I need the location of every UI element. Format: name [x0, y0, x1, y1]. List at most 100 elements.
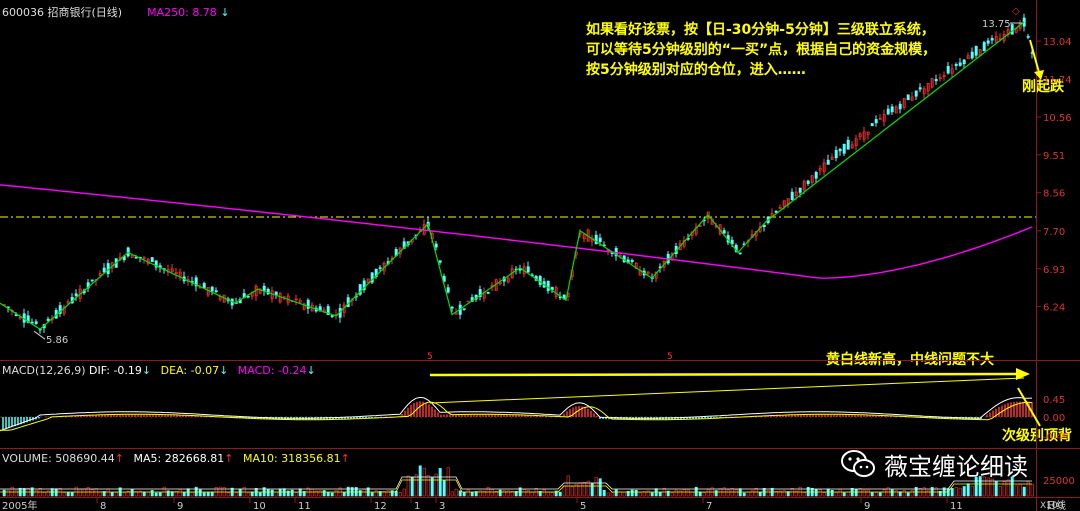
macd-trend-line	[429, 377, 1025, 404]
volume-bar	[814, 489, 818, 497]
candle-body	[246, 295, 250, 298]
volume-bar	[746, 491, 750, 497]
volume-bar	[258, 492, 262, 497]
volume-bar	[890, 489, 894, 497]
volume-bar	[266, 489, 270, 497]
volume-bar	[698, 491, 702, 497]
volume-bar	[438, 468, 442, 497]
volume-bar	[522, 489, 526, 497]
price-tick-label: 7.70	[1043, 227, 1065, 238]
volume-bar	[234, 492, 238, 497]
volume-bar	[550, 492, 554, 497]
candle-body	[982, 42, 986, 52]
volume-bar	[558, 491, 562, 497]
candle-body	[774, 211, 778, 213]
macd-tick-label: 0.45	[1043, 395, 1065, 406]
volume-bar	[142, 491, 146, 497]
price-tick-label: 10.56	[1043, 113, 1072, 124]
candle-body	[814, 171, 818, 179]
candle-body	[722, 230, 726, 234]
volume-bar	[610, 492, 614, 497]
month-label: 10	[253, 501, 266, 511]
candle-body	[898, 103, 902, 110]
volume-bar	[10, 486, 14, 497]
candle-body	[74, 293, 78, 296]
volume-bar	[638, 492, 642, 497]
volume-bar	[310, 488, 314, 497]
volume-bar	[130, 489, 134, 497]
volume-bar	[398, 492, 402, 497]
volume-bar	[90, 489, 94, 497]
volume-bar	[1010, 476, 1014, 497]
volume-bar	[870, 492, 874, 497]
candle-body	[834, 150, 838, 159]
candle-body	[846, 139, 850, 150]
candle-body	[446, 287, 450, 293]
volume-bar	[458, 490, 462, 497]
candle-body	[262, 285, 266, 291]
volume-bar	[166, 490, 170, 497]
month-label: 12	[374, 501, 387, 511]
timeframe-label: 日线	[1046, 499, 1066, 511]
volume-bar	[334, 490, 338, 497]
volume-bar	[330, 492, 334, 497]
volume-bar	[926, 489, 930, 497]
price-chart[interactable]: 13.04 11.74 10.56 9.51 8.56 7.70 6.93 6.24 13.7…	[0, 0, 1080, 511]
volume-bar	[750, 490, 754, 497]
candle-body	[934, 79, 938, 82]
volume-bar	[570, 486, 574, 497]
volume-bar	[506, 490, 510, 497]
volume-bar	[758, 491, 762, 497]
macd-tick-label: 0.00	[1043, 413, 1065, 424]
volume-bar	[318, 490, 322, 497]
volume-bar	[962, 486, 966, 497]
volume-bar	[954, 487, 958, 497]
price-tick-label: 6.24	[1043, 303, 1065, 314]
volume-bar	[250, 491, 254, 497]
volume-bar	[1022, 486, 1026, 497]
volume-bar	[658, 492, 662, 497]
volume-bar	[426, 475, 430, 497]
volume-bar	[582, 481, 586, 497]
candlesticks	[2, 13, 1034, 334]
candle-body	[546, 280, 550, 291]
volume-bar	[106, 488, 110, 497]
volume-bar	[998, 486, 1002, 497]
volume-bar	[682, 489, 686, 497]
volume-bar	[498, 489, 502, 497]
volume-bar	[34, 489, 38, 497]
volume-bar	[146, 491, 150, 497]
volume-bar	[838, 488, 842, 497]
volume-bar	[42, 492, 46, 497]
volume-bar	[238, 488, 242, 497]
volume-ma10-line	[0, 479, 1032, 493]
candle-body	[330, 315, 334, 317]
volume-bar	[910, 490, 914, 497]
volume-bar	[122, 492, 126, 497]
event-marker: 5	[427, 352, 433, 362]
volume-bar	[342, 492, 346, 497]
candle-body	[438, 260, 442, 263]
volume-bar	[194, 486, 198, 497]
candle-body	[838, 148, 842, 152]
candle-body	[1026, 36, 1030, 38]
candle-body	[90, 279, 94, 282]
candle-body	[798, 187, 802, 193]
volume-bar	[830, 489, 834, 497]
candle-body	[378, 267, 382, 269]
volume-bar	[650, 492, 654, 497]
volume-bar	[670, 492, 674, 497]
price-tick-label: 11.74	[1043, 75, 1072, 86]
volume-bar	[694, 486, 698, 497]
price-tick-label: 6.93	[1043, 265, 1065, 276]
volume-bar	[1006, 479, 1010, 497]
volume-bar	[150, 490, 154, 497]
volume-bar	[1030, 483, 1034, 497]
macd-tick-label: -0.45	[1043, 432, 1069, 443]
volume-bar	[970, 485, 974, 497]
candle-body	[518, 268, 522, 271]
volume-bar	[990, 478, 994, 497]
candle-body	[202, 283, 206, 289]
volume-bar	[702, 492, 706, 497]
volume-bar	[386, 490, 390, 497]
